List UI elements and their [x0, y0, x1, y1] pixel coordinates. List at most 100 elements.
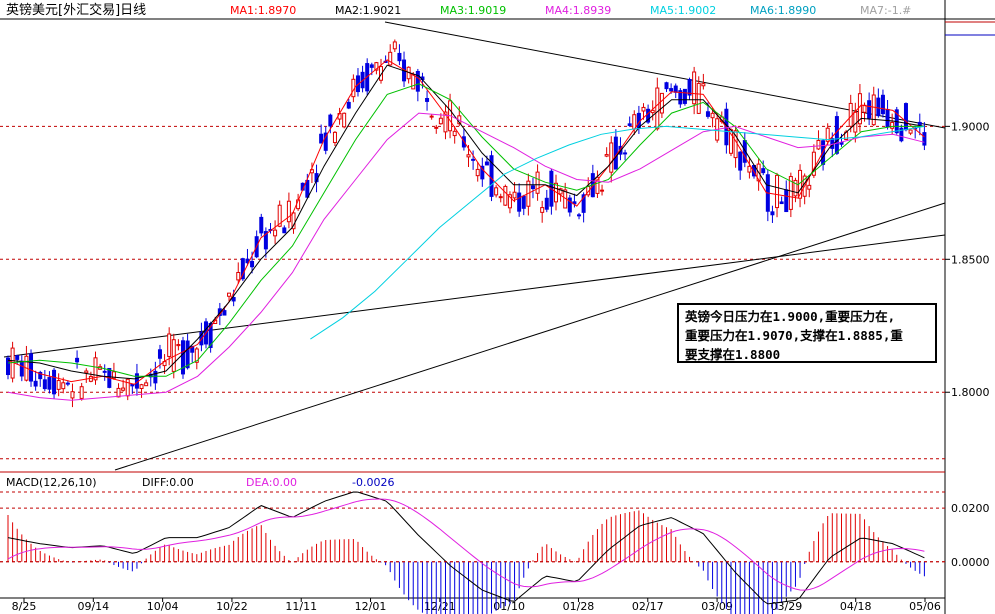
- candle-body: [434, 126, 439, 129]
- candle-body: [250, 260, 255, 268]
- candle-body: [475, 168, 480, 177]
- candle-body: [125, 378, 130, 397]
- candle-body: [342, 112, 347, 128]
- candle-body: [664, 82, 669, 90]
- candle-body: [517, 192, 522, 212]
- candle-body: [535, 171, 540, 194]
- candle-body: [56, 380, 61, 390]
- candle-body: [494, 187, 499, 196]
- annotation-line: 要支撑在1.8800: [685, 347, 781, 362]
- candle-body: [503, 185, 508, 206]
- candle-body: [259, 216, 264, 234]
- candle-body: [319, 133, 324, 144]
- candle-body: [93, 357, 98, 381]
- candle-body: [641, 106, 646, 112]
- candle-body: [392, 41, 397, 50]
- candle-body: [807, 184, 812, 190]
- candle-body: [839, 142, 844, 145]
- candle-body: [471, 158, 476, 161]
- candle-body: [604, 154, 609, 157]
- candle-body: [544, 197, 549, 210]
- candle-body: [369, 64, 374, 68]
- candle-body: [176, 344, 181, 347]
- candle-body: [397, 52, 402, 62]
- chart-title: 英镑美元[外汇交易]日线: [6, 2, 146, 18]
- macd-value: -0.0026: [352, 476, 394, 489]
- candle-body: [917, 121, 922, 126]
- candle-body: [600, 189, 605, 192]
- ma-label: MA3:1.9019: [440, 4, 506, 17]
- candle-body: [47, 377, 52, 390]
- annotation-box: 英镑今日压力在1.9000,重要压力在, 重要压力在1.9070,支撑在1.88…: [677, 303, 937, 363]
- chart-window: 英镑美元[外汇交易]日线 MA1:1.8970 MA2:1.9021 MA3:1.90…: [0, 0, 995, 614]
- candle-body: [922, 132, 927, 146]
- candle-body: [116, 387, 121, 398]
- candle-body: [425, 97, 430, 102]
- candle-body: [185, 340, 190, 369]
- candle-body: [682, 88, 687, 104]
- candle-body: [885, 108, 890, 128]
- candle-body: [33, 380, 38, 387]
- candle-body: [747, 165, 752, 173]
- candle-body: [84, 370, 89, 374]
- candle-body: [540, 207, 545, 213]
- annotation-line: 英镑今日压力在1.9000,重要压力在,: [685, 309, 896, 324]
- candle-body: [167, 333, 172, 357]
- price-tick-label: 1.8500: [951, 253, 990, 266]
- candle-body: [705, 111, 710, 117]
- candle-body: [673, 85, 678, 93]
- candle-body: [498, 196, 503, 199]
- candle-body: [710, 112, 715, 119]
- candle-body: [61, 382, 66, 390]
- candle-body: [328, 114, 333, 127]
- candle-body: [692, 71, 697, 105]
- candle-body: [696, 82, 701, 114]
- ma-label: MA7:-1.#: [860, 4, 911, 17]
- macd-tick-label: 0.0200: [951, 502, 990, 515]
- candle-body: [876, 97, 881, 117]
- candle-body: [222, 310, 227, 316]
- candle-body: [29, 353, 34, 382]
- candle-body: [903, 103, 908, 131]
- candle-body: [530, 185, 535, 190]
- candle-body: [144, 382, 149, 387]
- candle-body: [466, 154, 471, 158]
- candle-body: [415, 70, 420, 92]
- candle-body: [761, 168, 766, 174]
- candle-body: [305, 179, 310, 198]
- candle-body: [346, 101, 351, 109]
- candle-body: [19, 360, 24, 377]
- macd-name: MACD(12,26,10): [6, 476, 97, 489]
- price-tick-label: 1.9000: [951, 120, 990, 133]
- candle-body: [15, 355, 20, 360]
- candle-body: [701, 83, 706, 87]
- macd-tick-label: 0.0000: [951, 556, 990, 569]
- candle-body: [871, 94, 876, 126]
- candle-body: [890, 121, 895, 129]
- candle-body: [623, 152, 628, 155]
- candle-body: [65, 382, 70, 385]
- candle-body: [273, 229, 278, 237]
- annotation-line: 重要压力在1.9070,支撑在1.8885,重: [685, 328, 903, 343]
- candle-body: [834, 116, 839, 154]
- candle-body: [853, 111, 858, 133]
- candle-body: [816, 139, 821, 150]
- macd-diff-line: [7, 491, 925, 605]
- candle-body: [42, 379, 47, 390]
- macd-diff: DIFF:0.00: [142, 476, 194, 489]
- candle-body: [779, 201, 784, 205]
- candle-body: [282, 227, 287, 234]
- ma-label: MA1:1.8970: [230, 4, 296, 17]
- candle-body: [121, 387, 126, 391]
- candle-body: [157, 349, 162, 359]
- candle-body: [429, 115, 434, 118]
- candle-body: [452, 130, 457, 137]
- candle-body: [655, 87, 660, 130]
- candle-body: [139, 384, 144, 390]
- macd-dea-line: [7, 498, 925, 591]
- candle-body: [784, 189, 789, 213]
- ma-label: MA2:1.9021: [335, 4, 401, 17]
- candle-body: [236, 271, 241, 281]
- candle-body: [180, 340, 185, 375]
- candle-body: [512, 191, 517, 199]
